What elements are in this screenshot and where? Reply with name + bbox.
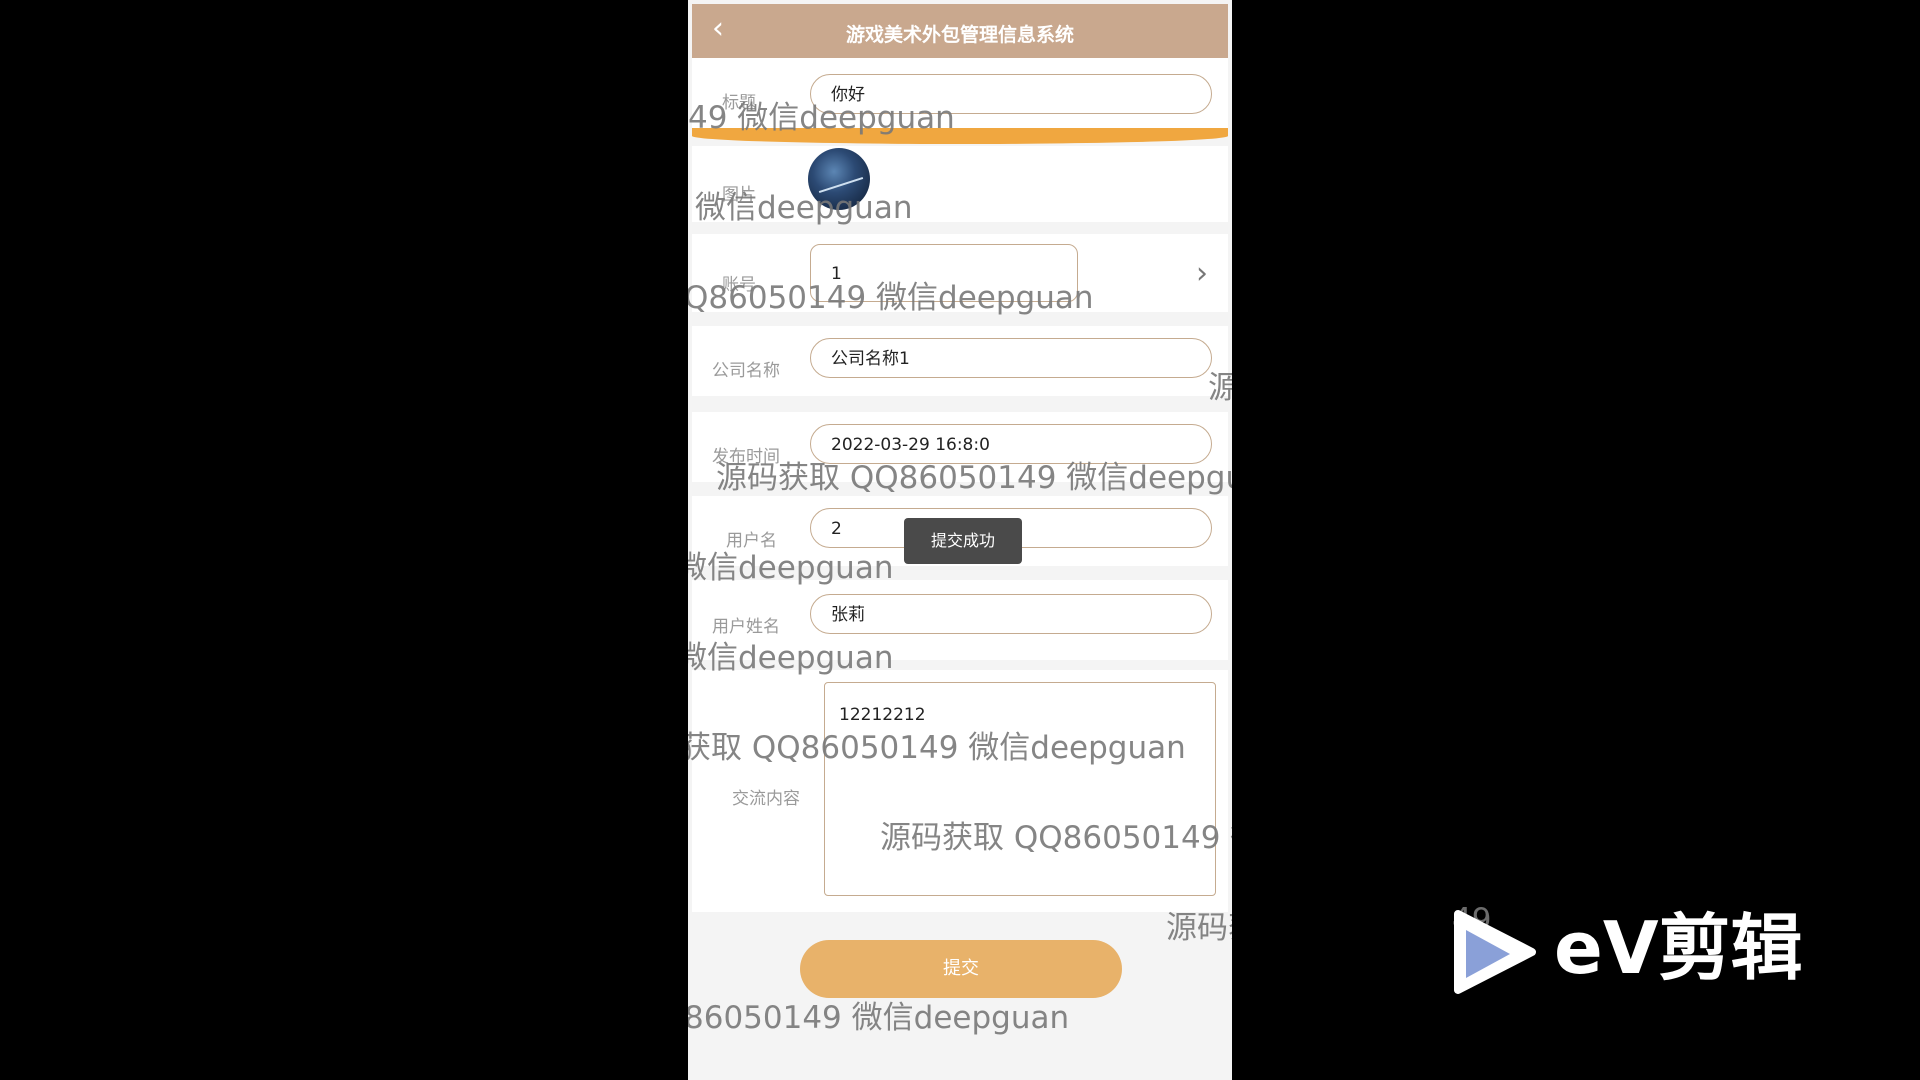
page-title: 游戏美术外包管理信息系统 [845, 24, 1074, 46]
user-realname-input[interactable]: 张莉 [810, 594, 1212, 634]
watermark: 微信deepguan [695, 190, 913, 226]
watermark: 86050149 微信deepguan [688, 1000, 1070, 1036]
app-header: ‹ 游戏美术外包管理信息系统 [692, 4, 1228, 58]
watermark: 源码获 [1166, 910, 1232, 946]
watermark: Q86050149 微信deepguan [688, 280, 1094, 316]
submit-button[interactable]: 提交 [800, 940, 1122, 998]
ev-editor-logo: eV剪辑 [1450, 904, 1820, 994]
watermark: 微信deepguan [688, 550, 894, 586]
company-input[interactable]: 公司名称1 [810, 338, 1212, 378]
toast-message: 提交成功 [904, 518, 1022, 564]
content-textarea[interactable]: 12212212 [824, 682, 1216, 896]
form-row-company: 公司名称 公司名称1 [692, 326, 1228, 396]
watermark: 源码获取 QQ86050149 微 [880, 820, 1232, 856]
chevron-right-icon[interactable]: › [1196, 256, 1208, 291]
company-label: 公司名称 [712, 361, 780, 381]
watermark: 源 [1208, 370, 1232, 406]
watermark: 49 微信deepguan [688, 100, 955, 136]
logo-text: eV剪辑 [1554, 906, 1803, 990]
play-icon [1454, 910, 1536, 994]
watermark: 微信deepguan [688, 640, 894, 676]
content-label: 交流内容 [732, 789, 800, 809]
watermark: 获取 QQ86050149 微信deepguan [688, 730, 1186, 766]
mobile-screen: ‹ 游戏美术外包管理信息系统 标题 你好 图片 账号 1 › 公司名称 公司名称… [688, 0, 1232, 1080]
watermark: 源码获取 QQ86050149 微信deepgua [716, 460, 1232, 496]
